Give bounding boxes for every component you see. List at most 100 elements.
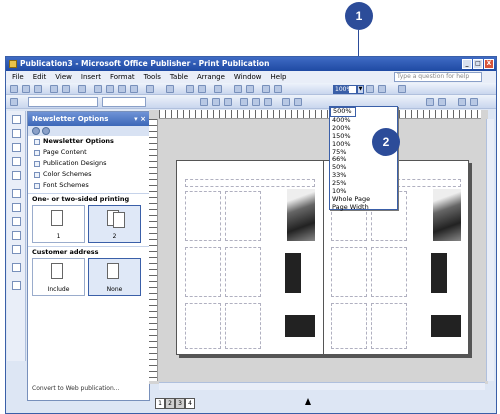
redo-icon[interactable]: [166, 85, 174, 93]
page-tab-3[interactable]: 3: [175, 398, 185, 409]
page-tab-4[interactable]: 4: [185, 398, 195, 409]
new-icon[interactable]: [10, 85, 18, 93]
zoom-option-page-width[interactable]: Page Width: [330, 203, 397, 212]
align-right-icon[interactable]: [264, 98, 272, 106]
picture-frame-icon[interactable]: [12, 171, 21, 180]
left-column-2[interactable]: [225, 191, 261, 241]
line-style-icon[interactable]: [426, 98, 434, 106]
left-column-6[interactable]: [225, 303, 261, 349]
zoom-dropdown-arrow[interactable]: ▼: [357, 85, 364, 94]
wordart-icon[interactable]: [12, 157, 21, 166]
send-backward-icon[interactable]: [198, 85, 206, 93]
zoom-box[interactable]: 100%: [333, 85, 357, 94]
print-preview-icon[interactable]: [62, 85, 70, 93]
horizontal-scrollbar[interactable]: [159, 382, 485, 390]
horizontal-ruler[interactable]: [159, 110, 481, 119]
print-icon[interactable]: [50, 85, 58, 93]
convert-to-web-link[interactable]: Convert to Web publication...: [32, 385, 120, 392]
two-sided-option[interactable]: 2: [88, 205, 141, 243]
undo-icon[interactable]: [146, 85, 154, 93]
right-pull-quote[interactable]: [431, 253, 447, 293]
maximize-button[interactable]: □: [473, 59, 483, 69]
cut-icon[interactable]: [94, 85, 102, 93]
page-tab-1[interactable]: 1: [155, 398, 165, 409]
select-objects-icon[interactable]: [12, 115, 21, 124]
open-icon[interactable]: [22, 85, 30, 93]
hyperlink-icon[interactable]: [262, 85, 270, 93]
line-icon[interactable]: [12, 203, 21, 212]
menu-file[interactable]: File: [12, 71, 24, 83]
menu-arrange[interactable]: Arrange: [197, 71, 225, 83]
task-pane-close-icon[interactable]: ▾ ×: [134, 112, 146, 126]
paste-icon[interactable]: [118, 85, 126, 93]
copy-icon[interactable]: [106, 85, 114, 93]
arrow-icon[interactable]: [12, 217, 21, 226]
zoom-in-icon[interactable]: [378, 85, 386, 93]
right-photo-bridge[interactable]: [433, 189, 461, 241]
text-box-icon[interactable]: [12, 129, 21, 138]
underline-icon[interactable]: [224, 98, 232, 106]
newsletter-spread[interactable]: [176, 160, 469, 355]
right-column-4[interactable]: [371, 247, 407, 297]
help-icon[interactable]: [398, 85, 406, 93]
left-photo-bridge[interactable]: [287, 189, 315, 241]
vertical-scrollbar[interactable]: [486, 119, 494, 381]
left-column-4[interactable]: [225, 247, 261, 297]
menu-table[interactable]: Table: [170, 71, 188, 83]
hot-spot-icon[interactable]: [12, 281, 21, 290]
menu-insert[interactable]: Insert: [81, 71, 101, 83]
right-column-6[interactable]: [371, 303, 407, 349]
oval-icon[interactable]: [12, 231, 21, 240]
bring-forward-icon[interactable]: [186, 85, 194, 93]
menu-window[interactable]: Window: [234, 71, 262, 83]
vertical-ruler[interactable]: [149, 119, 158, 381]
left-column-1[interactable]: [185, 191, 221, 241]
dash-style-icon[interactable]: [438, 98, 446, 106]
font-box[interactable]: [102, 97, 146, 107]
design-gallery-icon[interactable]: [12, 263, 21, 272]
task-item-newsletter-options[interactable]: Newsletter Options: [28, 136, 149, 147]
right-column-3[interactable]: [331, 247, 367, 297]
task-item-publication-designs[interactable]: Publication Designs: [28, 158, 149, 169]
forward-icon[interactable]: [42, 127, 50, 135]
left-column-5[interactable]: [185, 303, 221, 349]
help-question-input[interactable]: Type a question for help: [394, 72, 482, 82]
insert-table-icon[interactable]: [246, 85, 254, 93]
back-icon[interactable]: [32, 127, 40, 135]
task-item-color-schemes[interactable]: Color Schemes: [28, 169, 149, 180]
3d-icon[interactable]: [470, 98, 478, 106]
zoom-value[interactable]: 100%: [334, 86, 352, 93]
left-column-3[interactable]: [185, 247, 221, 297]
style-box[interactable]: [28, 97, 98, 107]
save-icon[interactable]: [34, 85, 42, 93]
right-photo-small[interactable]: [431, 315, 461, 337]
task-item-font-schemes[interactable]: Font Schemes: [28, 180, 149, 191]
page-tab-2[interactable]: 2: [165, 398, 175, 409]
menu-view[interactable]: View: [55, 71, 72, 83]
left-photo-small[interactable]: [285, 315, 315, 337]
spelling-icon[interactable]: [78, 85, 86, 93]
no-address-option[interactable]: None: [88, 258, 141, 296]
bullets-icon[interactable]: [294, 98, 302, 106]
center-icon[interactable]: [252, 98, 260, 106]
format-painter-icon[interactable]: [130, 85, 138, 93]
special-characters-icon[interactable]: [274, 85, 282, 93]
columns-icon[interactable]: [234, 85, 242, 93]
rectangle-icon[interactable]: [12, 245, 21, 254]
bold-icon[interactable]: [200, 98, 208, 106]
text-style-icon[interactable]: [10, 98, 18, 106]
italic-icon[interactable]: [212, 98, 220, 106]
zoom-out-icon[interactable]: [366, 85, 374, 93]
autoshapes-icon[interactable]: [12, 189, 21, 198]
close-button[interactable]: X: [484, 59, 494, 69]
rotate-icon[interactable]: [214, 85, 222, 93]
right-column-5[interactable]: [331, 303, 367, 349]
task-item-page-content[interactable]: Page Content: [28, 147, 149, 158]
numbering-icon[interactable]: [282, 98, 290, 106]
menu-help[interactable]: Help: [271, 71, 287, 83]
shadow-icon[interactable]: [458, 98, 466, 106]
left-header-block[interactable]: [185, 179, 315, 187]
one-sided-option[interactable]: 1: [32, 205, 85, 243]
menu-format[interactable]: Format: [110, 71, 135, 83]
minimize-button[interactable]: _: [462, 59, 472, 69]
